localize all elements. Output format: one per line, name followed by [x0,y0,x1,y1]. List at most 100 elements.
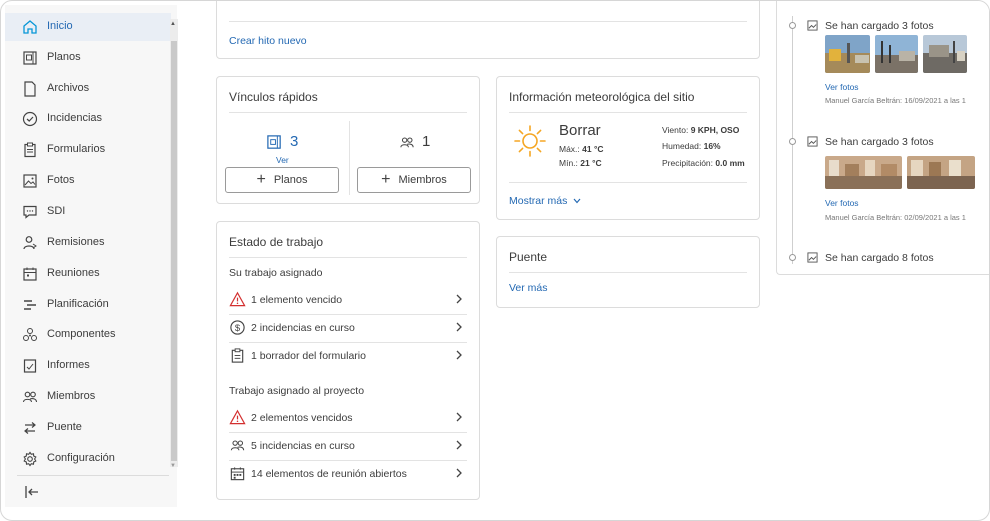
calendar-grid-icon [230,467,245,481]
home-icon [23,20,37,34]
members-icon [400,137,414,148]
activity-panel: Se han cargado 3 fotos Ver fotos Manuel … [776,1,989,275]
add-members-button[interactable]: + Miembros [357,167,471,193]
photo-icon [807,252,818,263]
sidebar-item-remisiones[interactable]: Remisiones [5,229,171,257]
button-label: Miembros [398,174,447,186]
assigned-issues-row[interactable]: $ 2 incidencias en curso [229,314,467,342]
card-title: Vínculos rápidos [229,90,318,104]
sidebar-item-label: Planificación [47,298,109,310]
divider [229,21,747,22]
weather-card: Información meteorológica del sitio Borr… [496,76,760,220]
members-icon [230,440,245,451]
sidebar-item-inicio[interactable]: Inicio [5,13,171,41]
site-photo-thumbnail[interactable] [875,35,918,73]
weather-wind: Viento: 9 KPH, OSO [662,125,739,135]
weather-min: Mín.: 21 °C [559,158,602,168]
view-photos-link[interactable]: Ver fotos [825,198,859,208]
panorama-photo-thumbnail[interactable] [825,156,902,189]
site-photo-thumbnail[interactable] [923,35,967,73]
sidebar-item-label: Planos [47,51,81,63]
project-meeting-items-row[interactable]: 14 elementos de reunión abiertos [229,460,467,488]
sidebar-item-planificacion[interactable]: Planificación [5,291,171,319]
timeline-dot [789,138,796,145]
sidebar-item-componentes[interactable]: Componentes [5,321,171,349]
chevron-down-icon[interactable] [573,198,581,204]
activity-meta: Manuel García Beltrán: 02/09/2021 a las … [825,213,966,222]
bridge-card: Puente Ver más [496,236,760,308]
sidebar-item-label: Formularios [47,143,106,155]
divider [229,257,467,258]
weather-condition: Borrar [559,122,601,139]
row-label: 2 elementos vencidos [251,412,353,424]
sidebar-item-label: Componentes [47,328,116,340]
bridge-see-more-link[interactable]: Ver más [509,282,548,294]
min-value: 21 °C [580,158,602,168]
sidebar-divider [17,475,169,476]
create-milestone-link[interactable]: Crear hito nuevo [229,35,307,47]
row-label: 1 borrador del formulario [251,350,366,362]
sidebar-item-fotos[interactable]: Fotos [5,167,171,195]
sidebar-item-label: Fotos [47,174,75,186]
chevron-right-icon [456,322,462,332]
sidebar-item-incidencias[interactable]: Incidencias [5,105,171,133]
button-label: Planos [273,174,308,186]
show-more-link[interactable]: Mostrar más [509,195,567,207]
sidebar-item-informes[interactable]: Informes [5,352,171,380]
members-icon [22,391,38,403]
issue-check-icon [22,111,38,127]
sidebar-item-planos[interactable]: Planos [5,44,171,72]
row-label: 5 incidencias en curso [251,440,355,452]
sidebar-item-reuniones[interactable]: Reuniones [5,260,171,288]
components-icon [23,328,37,341]
schedule-icon [24,300,36,310]
warning-triangle-icon [229,291,246,307]
humidity-label: Humedad: [662,141,702,151]
chevron-right-icon [456,350,462,360]
view-photos-link[interactable]: Ver fotos [825,82,859,92]
clipboard-icon [231,348,244,363]
scroll-up-arrow-icon[interactable]: ▲ [170,21,176,27]
sheets-view-link[interactable]: Ver [276,155,289,165]
chevron-right-icon [456,412,462,422]
weather-max: Máx.: 41 °C [559,144,604,154]
assigned-overdue-row[interactable]: 1 elemento vencido [229,286,467,314]
sidebar-item-label: Archivos [47,82,90,94]
sidebar-item-miembros[interactable]: Miembros [5,383,171,411]
precip-value: 0.0 mm [715,158,745,168]
chevron-right-icon [456,294,462,304]
project-work-heading: Trabajo asignado al proyecto [229,385,365,397]
clipboard-icon [24,142,36,158]
svg-text:$: $ [235,323,241,334]
row-label: 1 elemento vencido [251,294,343,306]
sidebar-item-label: SDI [47,205,66,217]
divider [229,112,467,113]
sidebar-item-sdi[interactable]: SDI [5,198,171,226]
humidity-value: 16% [703,141,721,151]
sidebar-item-archivos[interactable]: Archivos [5,75,171,103]
divider [509,182,747,183]
add-sheets-button[interactable]: + Planos [225,167,339,193]
warning-triangle-icon [229,409,246,425]
plus-icon: + [381,171,391,188]
panorama-photo-thumbnail[interactable] [907,156,975,189]
sidebar-item-puente[interactable]: Puente [5,414,171,442]
sheets-count[interactable]: 3 [290,133,298,150]
scroll-down-arrow-icon[interactable]: ▼ [170,463,176,469]
members-count: 1 [422,133,431,150]
sidebar-scrollbar-thumb[interactable] [171,41,177,461]
sidebar-item-label: Reuniones [47,267,100,279]
project-overdue-row[interactable]: 2 elementos vencidos [229,404,467,432]
sidebar-item-label: Miembros [47,390,96,402]
photo-icon [807,20,818,31]
assigned-form-draft-row[interactable]: 1 borrador del formulario [229,342,467,370]
card-title: Estado de trabajo [229,235,324,249]
site-photo-thumbnail[interactable] [825,35,870,73]
collapse-sidebar-icon[interactable] [23,483,41,501]
chevron-right-icon [456,440,462,450]
row-label: 2 incidencias en curso [251,322,355,334]
activity-title: Se han cargado 8 fotos [825,252,934,264]
project-issues-row[interactable]: 5 incidencias en curso [229,432,467,460]
sidebar-item-configuracion[interactable]: Configuración [5,445,171,473]
sidebar-item-formularios[interactable]: Formularios [5,136,171,164]
